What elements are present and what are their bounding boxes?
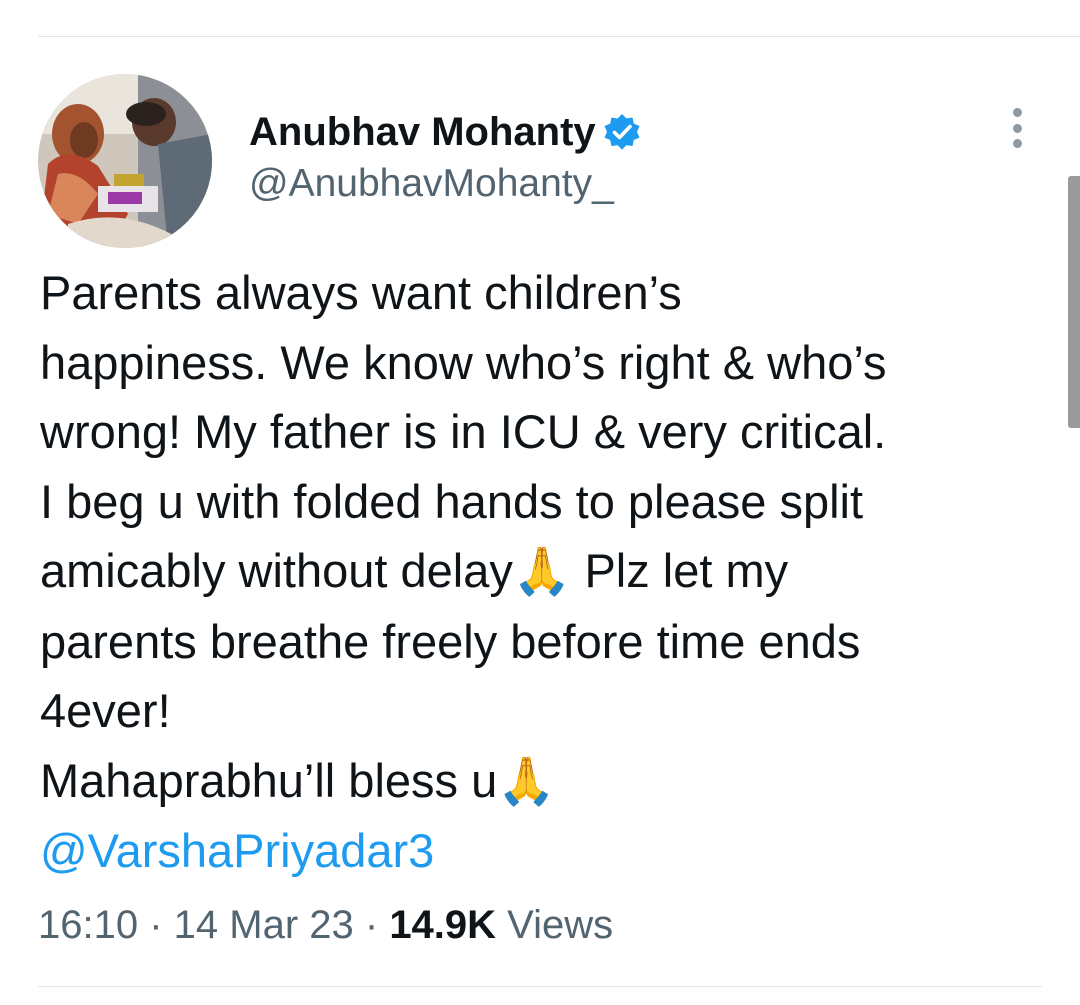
folded-hands-emoji: 🙏	[497, 753, 556, 809]
more-options-button[interactable]	[1003, 104, 1031, 152]
meta-separator: ·	[353, 903, 390, 947]
folded-hands-emoji: 🙏	[512, 544, 572, 599]
tweet-line: parents breathe freely before time ends	[40, 614, 861, 668]
verified-badge-icon	[602, 112, 642, 152]
mention-link[interactable]: @VarshaPriyadar3	[40, 816, 1050, 886]
tweet-line: wrong! My father is in ICU & very critic…	[40, 405, 887, 458]
tweet-line: 4ever!	[40, 684, 171, 737]
bottom-divider	[38, 986, 1042, 987]
scrollbar[interactable]	[1068, 176, 1080, 428]
tweet-line-with-emoji: amicably without delay🙏 Plz let my	[40, 536, 1050, 607]
tweet-line: Parents always want children’s	[40, 266, 682, 319]
more-vertical-icon-dot	[1012, 139, 1022, 148]
more-vertical-icon-dot	[1012, 123, 1022, 133]
avatar[interactable]	[38, 74, 212, 248]
meta-separator: ·	[138, 903, 174, 947]
author-handle[interactable]: @AnubhavMohanty_	[249, 160, 614, 208]
author-display-name[interactable]: Anubhav Mohanty	[249, 108, 642, 156]
tweet-line-part: Plz let my	[571, 544, 789, 597]
tweet-line: happiness. We know who’s right & who’s	[40, 335, 887, 389]
display-name-text: Anubhav Mohanty	[249, 110, 596, 154]
tweet-meta: 16:10 · 14 Mar 23 · 14.9K Views	[38, 899, 613, 951]
avatar-photo	[38, 74, 212, 248]
tweet-time[interactable]: 16:10	[38, 903, 138, 947]
tweet-line-part: Mahaprabhu’ll bless u	[40, 753, 498, 807]
views-count[interactable]: 14.9K	[389, 903, 496, 947]
tweet-line: I beg u with folded hands to please spli…	[40, 474, 864, 528]
views-label: Views	[496, 903, 614, 947]
top-divider	[38, 36, 1080, 37]
tweet-line-with-emoji: Mahaprabhu’ll bless u🙏	[40, 746, 1050, 817]
tweet-date[interactable]: 14 Mar 23	[174, 903, 354, 947]
tweet-line-part: amicably without delay	[40, 544, 513, 597]
more-vertical-icon	[1012, 108, 1022, 117]
tweet-text: Parents always want children’s happiness…	[40, 258, 1050, 886]
